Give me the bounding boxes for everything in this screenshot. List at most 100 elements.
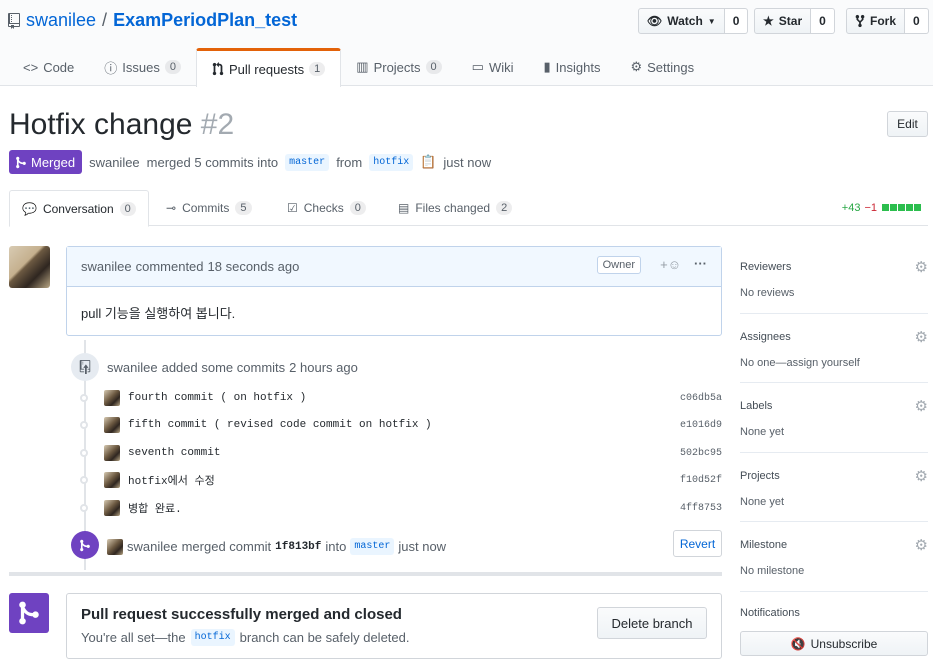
projects-label: Projects bbox=[740, 470, 780, 482]
commit-sha-link[interactable]: 502bc95 bbox=[680, 448, 722, 459]
merge-commit-sha[interactable]: 1f813bf bbox=[275, 541, 321, 553]
nav-insights[interactable]: ▮ Insights bbox=[529, 48, 616, 86]
caret-down-icon: ▼ bbox=[707, 16, 716, 26]
nav-wiki[interactable]: ▭ Wiki bbox=[457, 48, 529, 86]
tab-files-changed[interactable]: ▤ Files changed 2 bbox=[398, 190, 513, 226]
merge-event-author[interactable]: swanilee bbox=[127, 539, 178, 554]
commit-avatar[interactable] bbox=[104, 472, 120, 488]
repo-separator: / bbox=[102, 10, 108, 30]
watch-button[interactable]: 👁 Watch ▼ bbox=[638, 8, 725, 34]
base-branch-label[interactable]: master bbox=[285, 153, 330, 171]
head-branch-label[interactable]: hotfix bbox=[369, 153, 414, 171]
tab-checks-label: Checks bbox=[303, 201, 344, 215]
nav-pull-requests-count: 1 bbox=[309, 62, 326, 76]
fork-count[interactable]: 0 bbox=[905, 8, 929, 34]
repo-owner-link[interactable]: swanilee bbox=[26, 10, 96, 31]
pr-title: Hotfix change #2 bbox=[9, 108, 234, 142]
project-icon: ▥ bbox=[356, 59, 369, 74]
pr-title-text: Hotfix change bbox=[9, 108, 193, 141]
unsubscribe-button[interactable]: 🔇 Unsubscribe bbox=[740, 631, 928, 656]
commit-message-link[interactable]: hotfix에서 수정 bbox=[128, 472, 215, 488]
commit-avatar[interactable] bbox=[104, 417, 120, 433]
commit-message-link[interactable]: fourth commit ( on hotfix ) bbox=[128, 392, 306, 404]
merge-event-avatar[interactable] bbox=[107, 538, 123, 555]
assignees-gear-icon[interactable]: ⚙ bbox=[915, 328, 928, 346]
commit-sha-link[interactable]: e1016d9 bbox=[680, 420, 722, 431]
fork-button[interactable]: Fork bbox=[846, 8, 906, 34]
pr-merge-text: merged 5 commits into bbox=[146, 154, 279, 170]
fork-group: Fork 0 bbox=[846, 8, 929, 34]
repo-icon bbox=[8, 12, 20, 29]
sidebar-reviewers: Reviewers ⚙ No reviews bbox=[740, 258, 928, 314]
reviewers-gear-icon[interactable]: ⚙ bbox=[915, 258, 928, 276]
eye-icon: 👁 bbox=[647, 14, 663, 28]
commit-sha-link[interactable]: f10d52f bbox=[680, 475, 722, 486]
commit-message-link[interactable]: fifth commit ( revised code commit on ho… bbox=[128, 419, 432, 431]
merge-event-into: into bbox=[325, 539, 347, 554]
clipboard-icon[interactable]: 📋 bbox=[420, 154, 436, 170]
edit-title-button[interactable]: Edit bbox=[887, 111, 928, 137]
commit-avatar[interactable] bbox=[104, 445, 120, 461]
commit-message-link[interactable]: 병합 완료. bbox=[128, 500, 182, 516]
tab-checks[interactable]: ☑ Checks 0 bbox=[287, 190, 366, 226]
merge-status-branch[interactable]: hotfix bbox=[190, 629, 235, 646]
merged-state-badge: Merged bbox=[9, 150, 83, 174]
nav-pull-requests[interactable]: Pull requests 1 bbox=[195, 48, 342, 87]
tab-conversation-label: Conversation bbox=[42, 201, 114, 216]
delete-branch-button[interactable]: Delete branch bbox=[597, 607, 707, 639]
commit-avatar[interactable] bbox=[104, 390, 120, 406]
commits-event-author[interactable]: swanilee bbox=[107, 360, 158, 375]
comment-time-link[interactable]: 18 seconds ago bbox=[208, 259, 300, 274]
nav-issues[interactable]: ⓘ Issues 0 bbox=[89, 48, 196, 86]
tab-conversation[interactable]: 💬 Conversation 0 bbox=[9, 190, 149, 227]
commit-row: hotfix에서 수정 f10d52f bbox=[78, 470, 722, 490]
sidebar-milestone: Milestone ⚙ No milestone bbox=[740, 536, 928, 592]
tab-conversation-count: 0 bbox=[119, 201, 136, 216]
tab-commits-label: Commits bbox=[182, 201, 230, 215]
labels-gear-icon[interactable]: ⚙ bbox=[915, 397, 928, 415]
star-button[interactable]: ★ Star bbox=[754, 8, 812, 34]
commit-row: fourth commit ( on hotfix ) c06db5a bbox=[78, 388, 722, 408]
commit-dot-icon bbox=[80, 476, 88, 484]
sidebar-assignees: Assignees ⚙ No one—assign yourself bbox=[740, 328, 928, 383]
tab-checks-count: 0 bbox=[349, 201, 366, 215]
merge-event: swanilee merged commit 1f813bf into mast… bbox=[107, 538, 446, 555]
nav-issues-count: 0 bbox=[164, 60, 181, 74]
merge-status-text-after: branch can be safely deleted. bbox=[239, 630, 410, 645]
commit-dot-icon bbox=[80, 504, 88, 512]
add-reaction-icon[interactable]: +☺ bbox=[660, 257, 681, 272]
commit-sha-link[interactable]: 4ff8753 bbox=[680, 503, 722, 514]
commits-event-text: added some commits bbox=[161, 360, 286, 375]
nav-projects[interactable]: ▥ Projects 0 bbox=[341, 48, 456, 86]
fork-label: Fork bbox=[870, 14, 897, 28]
commit-row: fifth commit ( revised code commit on ho… bbox=[78, 415, 722, 435]
milestone-gear-icon[interactable]: ⚙ bbox=[915, 536, 928, 554]
assignees-label: Assignees bbox=[740, 331, 791, 343]
projects-gear-icon[interactable]: ⚙ bbox=[915, 467, 928, 485]
star-count[interactable]: 0 bbox=[811, 8, 835, 34]
merge-status-box: Pull request successfully merged and clo… bbox=[66, 593, 722, 659]
repo-name-link[interactable]: ExamPeriodPlan_test bbox=[113, 10, 297, 31]
assignees-value[interactable]: No one—assign yourself bbox=[740, 357, 928, 369]
commit-sha-link[interactable]: c06db5a bbox=[680, 393, 722, 404]
revert-button[interactable]: Revert bbox=[673, 530, 722, 557]
merge-event-branch[interactable]: master bbox=[350, 538, 395, 555]
pr-author-link[interactable]: swanilee bbox=[89, 155, 140, 170]
star-label: Star bbox=[778, 14, 803, 28]
watch-count[interactable]: 0 bbox=[724, 8, 749, 34]
more-options-icon[interactable]: ··· bbox=[694, 256, 707, 271]
tab-files-changed-count: 2 bbox=[496, 201, 513, 215]
nav-code[interactable]: <> Code bbox=[8, 48, 89, 86]
comment-author-link[interactable]: swanilee bbox=[81, 259, 132, 274]
diffstat-blocks bbox=[881, 202, 921, 214]
nav-settings[interactable]: ⚙ Settings bbox=[615, 48, 709, 86]
avatar[interactable] bbox=[9, 246, 50, 288]
merge-event-text: merged commit bbox=[181, 539, 272, 554]
commit-message-link[interactable]: seventh commit bbox=[128, 447, 220, 459]
watch-group: 👁 Watch ▼ 0 bbox=[638, 8, 749, 34]
commit-avatar[interactable] bbox=[104, 500, 120, 516]
tab-commits[interactable]: ⊸ Commits 5 bbox=[166, 190, 252, 226]
diffstat[interactable]: +43 −1 bbox=[842, 202, 921, 214]
graph-icon: ▮ bbox=[543, 59, 551, 74]
milestone-label: Milestone bbox=[740, 539, 788, 551]
